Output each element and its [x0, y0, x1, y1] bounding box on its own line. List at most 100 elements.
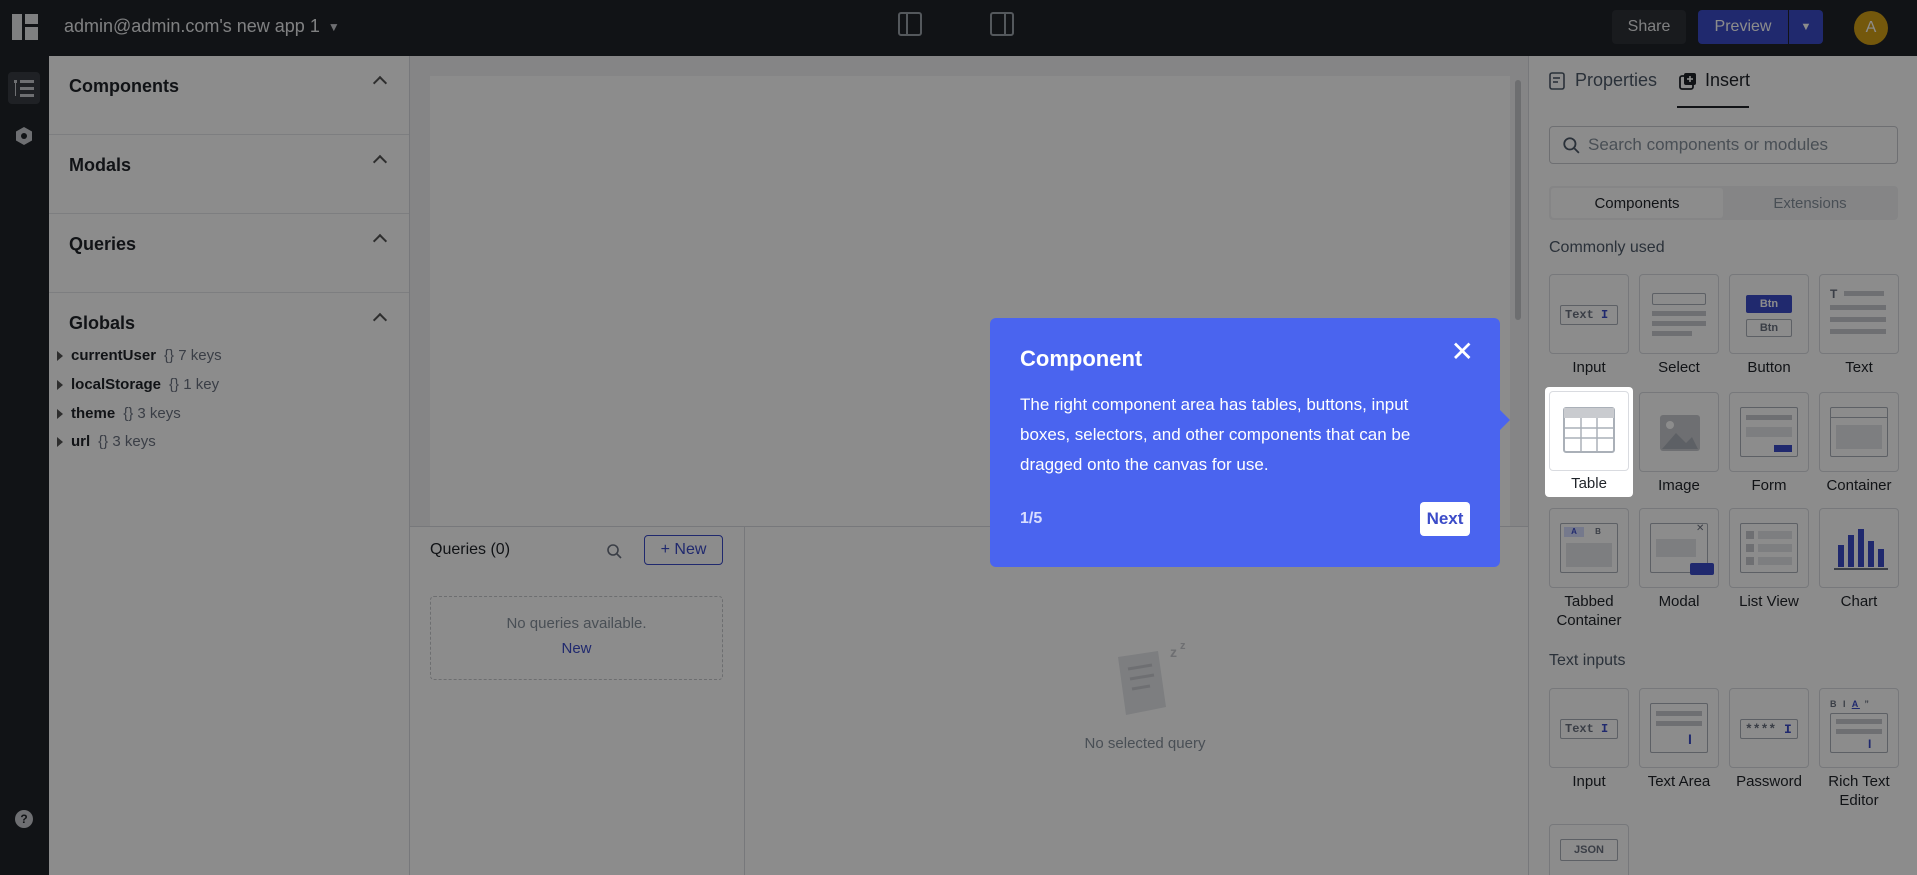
- component-tile-text-input[interactable]: Text I Input: [1549, 688, 1629, 791]
- icon-text: Text: [1565, 308, 1594, 322]
- segment-components[interactable]: Components: [1551, 188, 1723, 218]
- select-icon: [1639, 274, 1719, 354]
- text-icon: T: [1819, 274, 1899, 354]
- component-tile-form[interactable]: Form: [1729, 392, 1809, 495]
- globals-item-current-user[interactable]: currentUser {} 7 keys: [57, 347, 222, 364]
- chevron-up-icon[interactable]: [372, 233, 388, 249]
- global-name: theme: [71, 405, 116, 422]
- segment-extensions[interactable]: Extensions: [1724, 188, 1896, 218]
- new-query-link[interactable]: New: [431, 640, 722, 657]
- no-selected-query-text: No selected query: [1084, 735, 1206, 752]
- component-tile-modal[interactable]: ✕ Modal: [1639, 508, 1719, 611]
- tile-label: Image: [1658, 477, 1700, 494]
- preview-button[interactable]: Preview: [1698, 10, 1788, 44]
- svg-text:?: ?: [20, 812, 27, 826]
- layout-toggles: [898, 12, 1378, 562]
- chevron-up-icon[interactable]: [372, 75, 388, 91]
- button-icon: Btn Btn: [1729, 274, 1809, 354]
- group-title-text-inputs: Text inputs: [1549, 652, 1626, 669]
- component-tile-container[interactable]: Container: [1819, 392, 1899, 495]
- canvas-scrollbar[interactable]: [1515, 80, 1521, 320]
- share-button[interactable]: Share: [1612, 10, 1686, 44]
- toggle-left-panel-icon[interactable]: [898, 12, 922, 36]
- component-tile-json[interactable]: JSON: [1549, 824, 1629, 875]
- tile-label: Button: [1747, 359, 1791, 376]
- tile-label: Text Area: [1647, 773, 1711, 790]
- chevron-down-icon: ▼: [1800, 21, 1812, 33]
- global-value: {} 1 key: [169, 376, 220, 393]
- tooltip-title: Component: [1020, 346, 1143, 371]
- tab-properties[interactable]: Properties: [1549, 70, 1657, 91]
- close-icon[interactable]: ✕: [1451, 338, 1474, 366]
- globals-item-theme[interactable]: theme {} 3 keys: [57, 405, 181, 422]
- onboarding-tooltip: Component ✕ The right component area has…: [990, 318, 1510, 567]
- tab-label: Insert: [1705, 70, 1751, 90]
- chevron-down-icon: ▼: [327, 19, 340, 34]
- settings-hex-icon[interactable]: [8, 120, 40, 152]
- spotlight-table-tile[interactable]: Table: [1545, 387, 1633, 497]
- svg-text:z: z: [1180, 640, 1186, 652]
- search-icon[interactable]: [606, 543, 622, 559]
- icon-text: A: [1851, 699, 1860, 709]
- tile-label: Input: [1572, 359, 1606, 376]
- segment-control: Components Extensions: [1549, 186, 1898, 220]
- tile-label: Tabbed Container: [1556, 593, 1622, 629]
- form-icon: [1729, 392, 1809, 472]
- component-tile-list-view[interactable]: List View: [1729, 508, 1809, 611]
- tile-label: Container: [1826, 477, 1892, 494]
- tab-label: Properties: [1575, 70, 1658, 90]
- globals-item-local-storage[interactable]: localStorage {} 1 key: [57, 376, 219, 393]
- component-tile-password[interactable]: **** I Password: [1729, 688, 1809, 791]
- globals-header[interactable]: Globals: [49, 293, 409, 343]
- global-name: url: [71, 433, 91, 450]
- empty-queries-box: No queries available. New: [430, 596, 723, 680]
- avatar[interactable]: A: [1854, 11, 1888, 45]
- component-tile-input[interactable]: Text I Input: [1549, 274, 1629, 377]
- toggle-right-panel-icon[interactable]: [990, 12, 1014, 36]
- section-queries[interactable]: Queries: [49, 214, 409, 293]
- chevron-up-icon[interactable]: [372, 154, 388, 170]
- app-logo-icon[interactable]: [10, 12, 40, 42]
- component-tile-select[interactable]: Select: [1639, 274, 1719, 377]
- next-button[interactable]: Next: [1420, 502, 1470, 536]
- section-components[interactable]: Components: [49, 56, 409, 135]
- new-query-button[interactable]: + New: [644, 535, 723, 565]
- chevron-up-icon[interactable]: [372, 312, 388, 328]
- tile-label: List View: [1739, 593, 1799, 610]
- preview-dropdown-button[interactable]: ▼: [1789, 10, 1823, 44]
- component-tile-image[interactable]: Image: [1639, 392, 1719, 495]
- component-tile-text[interactable]: T Text: [1819, 274, 1899, 377]
- app-title-dropdown[interactable]: admin@admin.com's new app 1 ▼: [64, 16, 340, 37]
- tabbed-container-icon: A B: [1549, 508, 1629, 588]
- queries-title: Queries (0): [430, 541, 511, 558]
- component-tile-text-area[interactable]: I Text Area: [1639, 688, 1719, 791]
- queries-list: Queries (0) + New No queries available. …: [410, 527, 745, 875]
- section-modals[interactable]: Modals: [49, 135, 409, 214]
- globals-item-url[interactable]: url {} 3 keys: [57, 433, 156, 450]
- tile-label: Text: [1845, 359, 1873, 376]
- component-tile-tabbed-container[interactable]: A B Tabbed Container: [1549, 508, 1629, 630]
- table-icon: [1549, 391, 1629, 471]
- expand-triangle-icon: [57, 408, 63, 419]
- chart-icon: [1819, 508, 1899, 588]
- outline-tree-icon[interactable]: [8, 72, 40, 104]
- help-icon[interactable]: ?: [8, 803, 40, 835]
- rich-text-editor-icon: B I A ” I: [1819, 688, 1899, 768]
- component-tile-rich-text-editor[interactable]: B I A ” I Rich Text Editor: [1819, 688, 1899, 810]
- component-search[interactable]: [1549, 126, 1898, 164]
- tab-insert[interactable]: Insert: [1679, 70, 1750, 91]
- component-tile-chart[interactable]: Chart: [1819, 508, 1899, 611]
- modal-icon: ✕: [1639, 508, 1719, 588]
- expand-triangle-icon: [57, 350, 63, 361]
- edit-icon: [1549, 71, 1565, 90]
- search-input[interactable]: [1588, 135, 1878, 155]
- component-tile-button[interactable]: Btn Btn Button: [1729, 274, 1809, 377]
- global-name: localStorage: [71, 376, 162, 393]
- expand-triangle-icon: [57, 436, 63, 447]
- icon-text: JSON: [1560, 839, 1618, 861]
- section-title: Globals: [69, 313, 136, 333]
- left-panel: Components Modals Queries Globals curren…: [49, 56, 410, 875]
- section-title: Modals: [69, 155, 132, 175]
- tile-label: Chart: [1840, 593, 1878, 610]
- tile-label: Modal: [1658, 593, 1700, 610]
